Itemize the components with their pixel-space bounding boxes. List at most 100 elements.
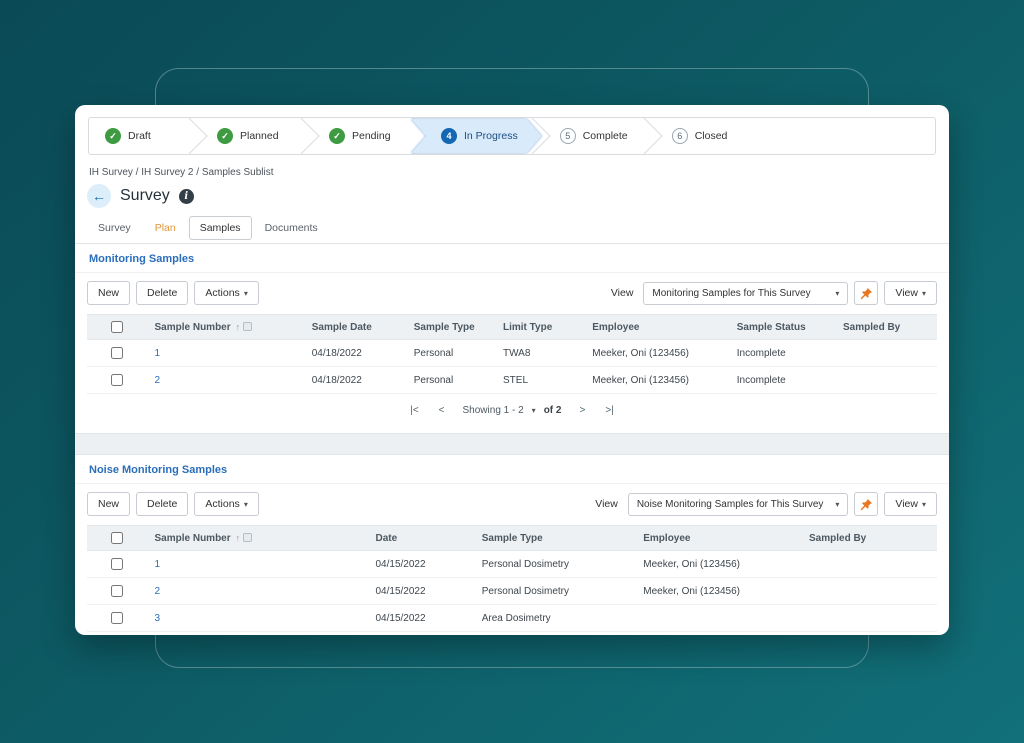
tab-survey[interactable]: Survey bbox=[87, 216, 142, 240]
page-background: ✓ Draft ✓ Planned ✓ Pending 4 In Progress 5 Compl… bbox=[0, 0, 1024, 743]
column-header-sampled-by[interactable]: Sampled By bbox=[835, 314, 937, 340]
view-menu-label: View bbox=[895, 498, 918, 510]
step-in-progress[interactable]: 4 In Progress bbox=[411, 118, 542, 154]
step-check-icon: ✓ bbox=[329, 128, 345, 144]
column-header-sample-number[interactable]: Sample Number ↑ bbox=[146, 525, 368, 551]
table-cell: Personal Dosimetry bbox=[473, 550, 636, 578]
select-all-column bbox=[87, 525, 147, 551]
step-check-icon: ✓ bbox=[105, 128, 121, 144]
step-closed[interactable]: 6 Closed bbox=[656, 118, 752, 154]
column-header-employee[interactable]: Employee bbox=[584, 314, 729, 340]
section-title: Monitoring Samples bbox=[75, 244, 949, 273]
back-button[interactable]: ← bbox=[87, 184, 111, 208]
select-all-checkbox[interactable] bbox=[110, 532, 123, 544]
table-header-row: Sample Number ↑ Sample Date Sample Type Limi… bbox=[87, 314, 937, 340]
column-header-sample-number[interactable]: Sample Number ↑ bbox=[146, 314, 304, 340]
row-checkbox[interactable] bbox=[110, 374, 123, 386]
page-title: Survey bbox=[120, 187, 170, 204]
info-icon[interactable]: i bbox=[178, 188, 194, 204]
column-header-sample-status[interactable]: Sample Status bbox=[728, 314, 835, 340]
table-cell bbox=[635, 604, 801, 632]
column-header-employee[interactable]: Employee bbox=[635, 525, 801, 551]
table-cell: STEL bbox=[495, 366, 585, 394]
step-number-badge: 4 bbox=[441, 128, 457, 144]
row-checkbox-cell bbox=[87, 366, 147, 394]
column-header-sample-type[interactable]: Sample Type bbox=[405, 314, 495, 340]
step-label: Complete bbox=[582, 130, 628, 142]
step-complete[interactable]: 5 Complete bbox=[544, 118, 640, 154]
title-row: ← Survey i bbox=[75, 181, 949, 214]
row-checkbox[interactable] bbox=[110, 585, 123, 597]
row-checkbox[interactable] bbox=[110, 558, 123, 570]
row-checkbox[interactable] bbox=[110, 347, 123, 359]
delete-button[interactable]: Delete bbox=[136, 281, 189, 305]
sample-number-link[interactable]: 2 bbox=[155, 586, 161, 597]
pin-view-button[interactable] bbox=[854, 281, 879, 305]
tab-samples[interactable]: Samples bbox=[188, 216, 252, 240]
table-cell: 04/15/2022 bbox=[367, 604, 474, 632]
page-range-dropdown[interactable]: Showing 1 - 2 ▾ of 2 bbox=[463, 405, 562, 416]
row-checkbox-cell bbox=[87, 577, 147, 605]
delete-button[interactable]: Delete bbox=[136, 492, 189, 516]
breadcrumb[interactable]: IH Survey / IH Survey 2 / Samples Sublis… bbox=[75, 155, 949, 181]
column-header-limit-type[interactable]: Limit Type bbox=[495, 314, 585, 340]
tab-plan[interactable]: Plan bbox=[144, 216, 187, 240]
sort-order-icon bbox=[243, 532, 253, 542]
row-checkbox[interactable] bbox=[110, 612, 123, 624]
view-select-value: Noise Monitoring Samples for This Survey bbox=[636, 498, 824, 510]
sample-number-link[interactable]: 1 bbox=[155, 559, 161, 570]
table-cell: Meeker, Oni (123456) bbox=[635, 577, 801, 605]
noise-monitoring-samples-table: Sample Number ↑ Date Sample Type Employee Sam… bbox=[87, 525, 937, 632]
sort-ascending-icon: ↑ bbox=[235, 321, 241, 332]
table-cell: Personal Dosimetry bbox=[473, 577, 636, 605]
sample-number-cell: 2 bbox=[146, 577, 368, 605]
sample-number-cell: 2 bbox=[146, 366, 304, 394]
actions-menu-button[interactable]: Actions ▾ bbox=[194, 281, 259, 305]
actions-label: Actions bbox=[205, 498, 240, 510]
caret-down-icon: ▾ bbox=[921, 289, 926, 298]
sample-number-link[interactable]: 2 bbox=[155, 375, 161, 386]
view-label: View bbox=[610, 287, 634, 299]
toolbar: New Delete Actions ▾ View Noise Monitorin… bbox=[75, 484, 949, 523]
sort-ascending-icon: ↑ bbox=[235, 532, 241, 543]
column-header-sample-type[interactable]: Sample Type bbox=[473, 525, 636, 551]
sample-number-link[interactable]: 1 bbox=[155, 348, 161, 359]
view-select[interactable]: Noise Monitoring Samples for This Survey… bbox=[627, 492, 849, 516]
row-checkbox-cell bbox=[87, 550, 147, 578]
select-all-checkbox[interactable] bbox=[110, 321, 123, 333]
new-button[interactable]: New bbox=[87, 281, 131, 305]
next-page-button[interactable]: > bbox=[577, 405, 587, 416]
view-menu-button[interactable]: View ▾ bbox=[884, 281, 937, 305]
previous-page-button[interactable]: < bbox=[437, 405, 447, 416]
table-cell bbox=[801, 577, 937, 605]
actions-label: Actions bbox=[205, 287, 240, 299]
view-label: View bbox=[595, 498, 618, 510]
caret-down-icon: ▾ bbox=[921, 500, 926, 509]
step-label: Draft bbox=[128, 130, 151, 142]
first-page-button[interactable]: |< bbox=[408, 405, 420, 416]
tab-documents[interactable]: Documents bbox=[254, 216, 329, 240]
sample-number-link[interactable]: 3 bbox=[155, 613, 161, 624]
table-row: 3 04/15/2022 Area Dosimetry bbox=[87, 604, 937, 632]
table-cell bbox=[801, 604, 937, 632]
step-chevron-separator bbox=[185, 118, 201, 154]
table-container: Sample Number ↑ Date Sample Type Employee Sam… bbox=[87, 525, 937, 632]
view-select[interactable]: Monitoring Samples for This Survey ▾ bbox=[643, 281, 849, 305]
view-menu-button[interactable]: View ▾ bbox=[884, 492, 937, 516]
new-button[interactable]: New bbox=[87, 492, 131, 516]
sort-order-icon bbox=[243, 321, 253, 331]
table-container: Sample Number ↑ Sample Date Sample Type Limi… bbox=[87, 314, 937, 394]
column-header-sampled-by[interactable]: Sampled By bbox=[801, 525, 937, 551]
step-number-badge: 5 bbox=[559, 128, 576, 144]
caret-down-icon: ▾ bbox=[243, 500, 248, 509]
caret-down-icon: ▾ bbox=[243, 289, 248, 298]
last-page-button[interactable]: >| bbox=[603, 405, 615, 416]
pin-view-button[interactable] bbox=[854, 492, 879, 516]
column-header-date[interactable]: Date bbox=[367, 525, 474, 551]
table-header-row: Sample Number ↑ Date Sample Type Employee Sam… bbox=[87, 525, 937, 551]
step-label: Closed bbox=[694, 130, 728, 142]
table-cell: 04/15/2022 bbox=[367, 577, 474, 605]
step-label: In Progress bbox=[464, 130, 518, 142]
actions-menu-button[interactable]: Actions ▾ bbox=[194, 492, 259, 516]
column-header-sample-date[interactable]: Sample Date bbox=[303, 314, 406, 340]
